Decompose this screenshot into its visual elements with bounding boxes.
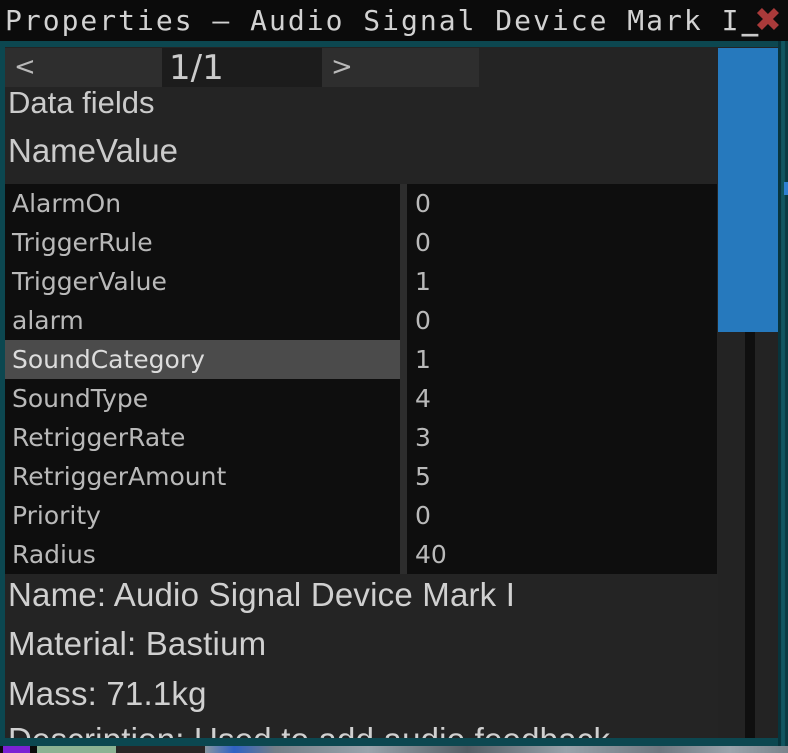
field-value[interactable]: 0 [407,223,717,262]
name-column-header: Name [8,132,96,169]
scene-green-block [37,746,116,753]
scrollbar[interactable] [718,48,778,738]
field-value[interactable]: 1 [407,340,717,379]
table-row[interactable]: RetriggerRate 3 [5,418,717,457]
field-value[interactable]: 4 [407,379,717,418]
table-row[interactable]: TriggerValue 1 [5,262,717,301]
window-border-right [778,41,788,746]
field-name[interactable]: SoundType [5,379,400,418]
field-value[interactable]: 0 [407,301,717,340]
value-column-header: Value [96,132,178,169]
field-value[interactable]: 0 [407,184,717,223]
chevron-left-icon: < [14,52,36,82]
scene-dark-block [116,746,205,753]
window-title: Properties – Audio Signal Device Mark I [5,4,740,37]
data-fields-table: AlarmOn 0 TriggerRule 0 TriggerValue 1 a… [5,184,717,574]
field-name[interactable]: RetriggerAmount [5,457,400,496]
table-row[interactable]: AlarmOn 0 [5,184,717,223]
properties-window: < 1/1 > Data fields NameValue AlarmOn 0 … [0,41,788,746]
item-mass-text: Mass: 71.1kg [8,675,207,713]
chevron-right-icon: > [331,52,353,82]
scene-ship-fragment [205,746,788,753]
field-value[interactable]: 1 [407,262,717,301]
field-value[interactable]: 0 [407,496,717,535]
page-indicator: 1/1 [162,48,322,87]
field-name[interactable]: AlarmOn [5,184,400,223]
table-column-headers: NameValue [8,132,178,170]
table-row[interactable]: Priority 0 [5,496,717,535]
table-row[interactable]: Radius 40 [5,535,717,574]
background-scene [0,746,788,753]
field-name[interactable]: TriggerValue [5,262,400,301]
field-name[interactable]: TriggerRule [5,223,400,262]
field-name[interactable]: alarm [5,301,400,340]
table-row[interactable]: TriggerRule 0 [5,223,717,262]
field-value[interactable]: 3 [407,418,717,457]
table-row[interactable]: SoundType 4 [5,379,717,418]
background-bleed [784,182,788,195]
next-page-button[interactable]: > [322,48,479,87]
close-icon[interactable]: ✖ [750,0,786,40]
scrollbar-thumb[interactable] [718,48,778,332]
item-description-text: Description: Used to add audio feedback [8,721,610,746]
table-row[interactable]: RetriggerAmount 5 [5,457,717,496]
item-material-text: Material: Bastium [8,625,266,663]
item-name-text: Name: Audio Signal Device Mark I [8,576,515,614]
field-value[interactable]: 5 [407,457,717,496]
scrollbar-track-groove [745,332,755,738]
table-row-selected[interactable]: SoundCategory 1 [5,340,717,379]
field-value[interactable]: 40 [407,535,717,574]
data-fields-heading: Data fields [8,85,154,121]
field-name[interactable]: SoundCategory [5,340,400,379]
scene-purple-block [3,746,30,753]
field-name[interactable]: Priority [5,496,400,535]
field-name[interactable]: RetriggerRate [5,418,400,457]
prev-page-button[interactable]: < [5,48,162,87]
window-titlebar[interactable]: Properties – Audio Signal Device Mark I_ [0,0,788,41]
field-name[interactable]: Radius [5,535,400,574]
table-row[interactable]: alarm 0 [5,301,717,340]
